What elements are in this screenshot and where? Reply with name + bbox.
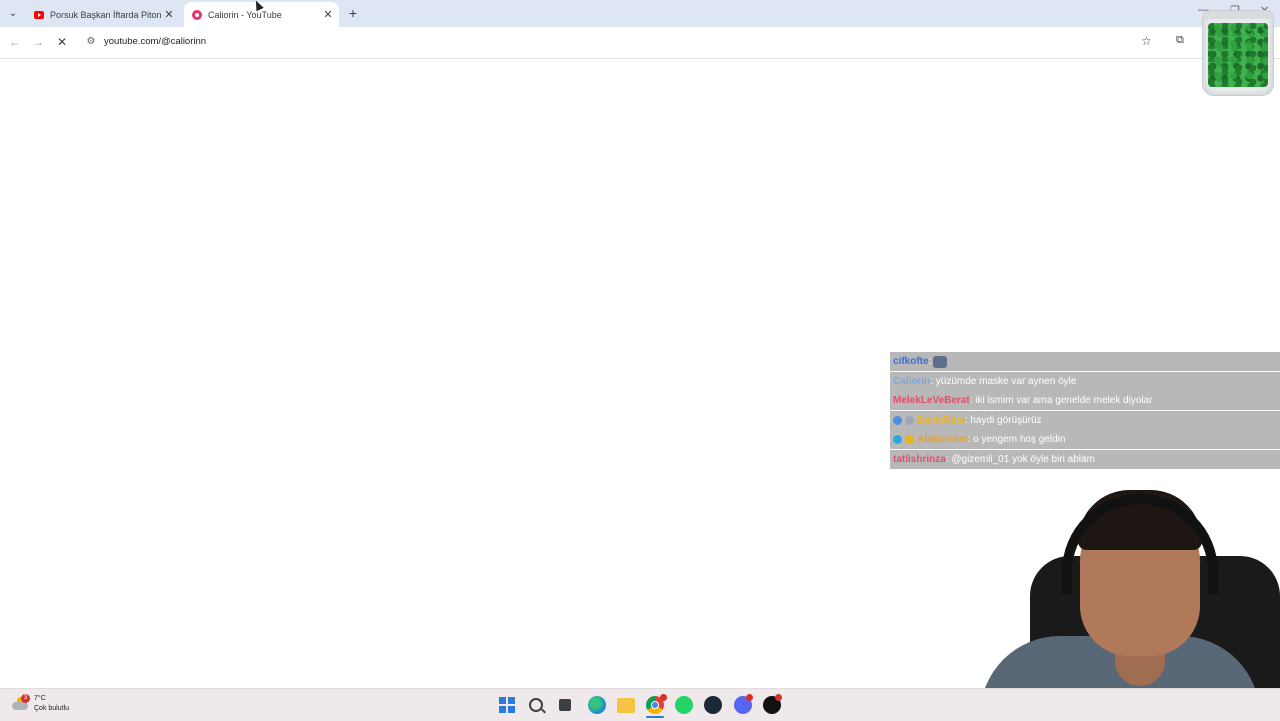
- chat-message: Atakanism : o yengem hoş geldin: [890, 430, 1280, 449]
- stop-loading-icon[interactable]: ✕: [54, 34, 70, 50]
- active-app-indicator: [646, 716, 664, 718]
- weather-badge: 3: [21, 694, 30, 703]
- bookmark-star-icon[interactable]: ☆: [1141, 34, 1152, 48]
- address-bar[interactable]: ⚙ youtube.com/@caliorinn ☆: [79, 31, 1199, 53]
- site-info-icon[interactable]: ⚙: [85, 35, 97, 49]
- tab-search-button[interactable]: ⌄: [4, 5, 22, 22]
- chat-text: : iki ismim var ama genelde melek diyola…: [969, 395, 1153, 406]
- edge-icon[interactable]: [588, 696, 606, 714]
- jar-contents: [1208, 23, 1268, 87]
- whatsapp-icon[interactable]: [675, 696, 693, 714]
- start-icon[interactable]: [499, 697, 515, 713]
- chat-text: : yüzümde maske var aynen öyle: [930, 375, 1077, 387]
- new-tab-button[interactable]: +: [346, 5, 360, 21]
- chat-message: tatlishrinza : @gizemli_01 yok öyle biri…: [890, 449, 1280, 469]
- chat-username: Caliorin: [893, 375, 931, 387]
- search-icon[interactable]: [529, 698, 543, 712]
- url-text[interactable]: youtube.com/@caliorinn: [104, 36, 206, 47]
- chat-text: : o yengem hoş geldin: [967, 434, 1066, 445]
- steam-icon[interactable]: [704, 696, 722, 714]
- youtube-icon: [34, 10, 44, 19]
- cloudy-weather-icon: 3: [12, 694, 30, 711]
- browser-toolbar: ← → ✕ ⚙ youtube.com/@caliorinn ☆: [0, 27, 1280, 59]
- close-icon[interactable]: ✕: [321, 8, 335, 21]
- chat-text: : @gizemli_01 yok öyle biri ablam: [945, 453, 1095, 465]
- chat-message: DavikReis : haydi görüşürüz: [890, 410, 1280, 430]
- chat-text: : haydi görüşürüz: [964, 414, 1042, 426]
- badge-icon: [893, 435, 902, 444]
- tab-title: Caliorin - YouTube: [208, 9, 282, 20]
- weather-widget[interactable]: 3 7°C Çok bulutlu: [12, 694, 69, 714]
- task-view-icon[interactable]: [559, 699, 571, 711]
- chat-message: cifkofte :: [890, 352, 1280, 371]
- extensions-icon[interactable]: ⧉: [1176, 34, 1188, 46]
- chat-username: Atakanism: [917, 434, 968, 445]
- badge-icon: [905, 435, 914, 444]
- channel-icon: [192, 9, 202, 20]
- badge-icon: [905, 415, 914, 425]
- notification-dot: [660, 694, 667, 701]
- file-explorer-icon[interactable]: [617, 698, 635, 713]
- emote-icon: [933, 355, 948, 368]
- weather-temp: 7°C: [34, 695, 46, 702]
- close-icon[interactable]: ✕: [162, 8, 176, 21]
- notification-dot: [775, 694, 782, 701]
- chat-message: Caliorin : yüzümde maske var aynen öyle: [890, 371, 1280, 391]
- webcam-feed: [970, 486, 1280, 720]
- back-icon[interactable]: ←: [7, 34, 23, 50]
- badge-icon: [893, 415, 902, 425]
- chat-username: tatlishrinza: [893, 453, 946, 465]
- notification-dot: [746, 694, 753, 701]
- stream-chat-overlay: cifkofte : Caliorin : yüzümde maske var …: [890, 352, 1280, 469]
- tab-porsuk[interactable]: Porsuk Başkan İftarda Piton Sar ✕: [26, 2, 180, 27]
- chat-message: MelekLeVeBerat : iki ismim var ama genel…: [890, 391, 1280, 410]
- forward-icon[interactable]: →: [30, 34, 46, 50]
- chat-username: cifkofte: [893, 356, 929, 367]
- weather-desc: Çok bulutlu: [34, 705, 70, 712]
- tab-title: Porsuk Başkan İftarda Piton Sar: [50, 9, 162, 20]
- chat-username: DavikReis: [917, 414, 965, 426]
- tab-strip: ⌄ Porsuk Başkan İftarda Piton Sar ✕ Cali…: [0, 0, 1280, 27]
- jar-lid: [1203, 11, 1273, 19]
- windows-taskbar: 3 7°C Çok bulutlu: [0, 688, 1280, 721]
- overlay-jar: [1202, 10, 1274, 96]
- headset: [1062, 494, 1218, 594]
- chat-username: MelekLeVeBerat: [893, 395, 970, 406]
